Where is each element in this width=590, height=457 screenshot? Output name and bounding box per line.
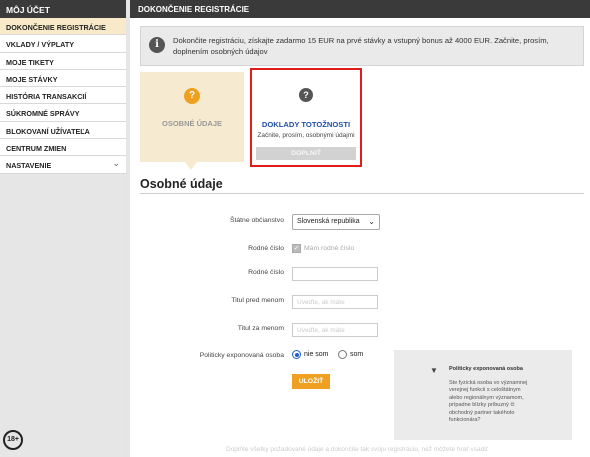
- sidebar-item-my-bets[interactable]: MOJE STÁVKY: [0, 70, 126, 88]
- sidebar-item-deposits[interactable]: VKLADY / VÝPLATY: [0, 35, 126, 53]
- registration-notice: i Dokončite registráciu, získajte zadarm…: [140, 26, 584, 66]
- title-after-input[interactable]: Uveďte, ak máte: [292, 323, 378, 337]
- step-documents-subtitle: Začnite, prosím, osobnými údajmi: [257, 132, 355, 139]
- question-icon: ?: [299, 88, 313, 102]
- footer-note: Doplňte všetky požadované údaje a dokonč…: [226, 446, 489, 453]
- title-before-input[interactable]: Uveďte, ak máte: [292, 295, 378, 309]
- fill-in-button[interactable]: DOPLNIŤ: [256, 147, 356, 160]
- sidebar-item-label: NASTAVENIE: [6, 161, 52, 171]
- pep-label: Politicky exponovaná osoba: [199, 352, 284, 359]
- has-birth-number-label: Mám rodné číslo: [304, 245, 355, 252]
- step-identity-documents[interactable]: ? DOKLADY TOTOŽNOSTI Začnite, prosím, os…: [250, 68, 362, 167]
- pep-info-description: Ste fyzická osoba vo významnej verejnej …: [449, 380, 528, 424]
- info-icon: i: [149, 37, 165, 53]
- sidebar-title: MÔJ ÚČET: [0, 0, 126, 18]
- page-title: DOKONČENIE REGISTRÁCIE: [130, 0, 590, 18]
- sidebar-menu: DOKONČENIE REGISTRÁCIE VKLADY / VÝPLATY …: [0, 18, 126, 174]
- question-icon: ?: [184, 88, 200, 104]
- title-before-label: Titul pred menom: [231, 297, 284, 304]
- citizenship-select[interactable]: Slovenská republika ⌄: [292, 214, 380, 230]
- citizenship-value: Slovenská republika: [297, 218, 360, 225]
- birth-number-label: Rodné číslo: [248, 245, 284, 252]
- section-title: Osobné údaje: [140, 177, 223, 191]
- section-divider: [140, 193, 584, 194]
- sidebar-item-my-tickets[interactable]: MOJE TIKETY: [0, 53, 126, 70]
- title-after-label: Titul za menom: [237, 325, 284, 332]
- save-button[interactable]: ULOŽIŤ: [292, 374, 330, 389]
- chevron-down-icon: ⌄: [368, 217, 375, 226]
- step-personal-data[interactable]: ? OSOBNÉ ÚDAJE: [140, 72, 244, 170]
- pep-info-box: ▼ Politicky exponovaná osoba Ste fyzická…: [394, 350, 572, 440]
- pin-icon: ▼: [430, 366, 438, 375]
- sidebar-item-blocked-users[interactable]: BLOKOVANÍ UŽÍVATEĽA: [0, 122, 126, 140]
- pep-no-label: nie som: [304, 351, 329, 358]
- sidebar: MÔJ ÚČET DOKONČENIE REGISTRÁCIE VKLADY /…: [0, 0, 126, 457]
- citizenship-label: Štátne občianstvo: [229, 217, 284, 224]
- sidebar-item-complete-registration[interactable]: DOKONČENIE REGISTRÁCIE: [0, 18, 126, 36]
- sidebar-item-transaction-history[interactable]: HISTÓRIA TRANSAKCIÍ: [0, 87, 126, 105]
- has-birth-number-checkbox[interactable]: ✓: [292, 244, 301, 253]
- pep-info-title: Politicky exponovaná osoba: [449, 366, 523, 372]
- sidebar-item-change-center[interactable]: CENTRUM ZMIEN: [0, 139, 126, 157]
- age-restriction-badge: 18+: [3, 430, 23, 450]
- birth-number-input-label: Rodné číslo: [248, 269, 284, 276]
- chevron-down-icon: ⌄: [112, 158, 120, 169]
- pep-no-radio[interactable]: [292, 350, 301, 359]
- step-documents-title: DOKLADY TOTOŽNOSTI: [261, 120, 351, 129]
- sidebar-item-private-messages[interactable]: SÚKROMNÉ SPRÁVY: [0, 104, 126, 122]
- birth-number-input[interactable]: [292, 267, 378, 281]
- sidebar-item-settings[interactable]: NASTAVENIE ⌄: [0, 156, 126, 174]
- notice-text: Dokončite registráciu, získajte zadarmo …: [173, 36, 549, 56]
- step-personal-data-label: OSOBNÉ ÚDAJE: [161, 119, 222, 128]
- main-content: i Dokončite registráciu, získajte zadarm…: [130, 18, 590, 457]
- pep-yes-radio[interactable]: [338, 350, 347, 359]
- step-pointer: [185, 162, 197, 170]
- pep-yes-label: som: [350, 351, 364, 358]
